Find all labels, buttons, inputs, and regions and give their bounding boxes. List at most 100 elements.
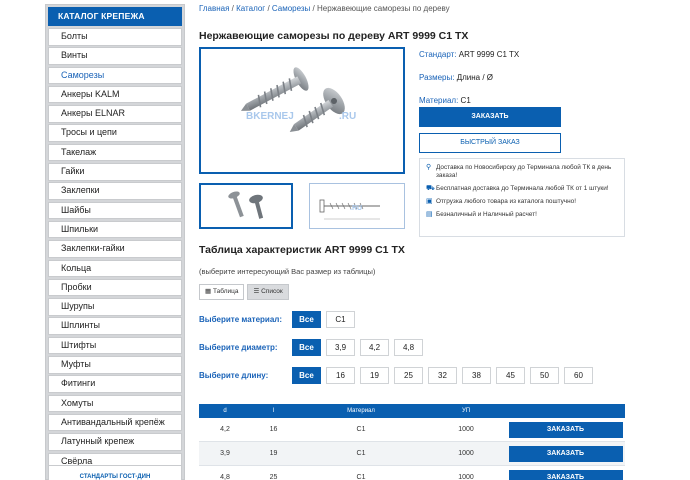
- sidebar-item[interactable]: Тросы и цепи: [48, 124, 182, 142]
- diameter-option[interactable]: 4,8: [394, 339, 423, 356]
- sidebar-item[interactable]: Кольца: [48, 259, 182, 278]
- watermark-tail: .RU: [339, 111, 356, 122]
- catalog-menu: Болты Винты Саморезы Анкеры KALM Анкеры ELNA…: [48, 28, 182, 480]
- length-filter: Выберите длину: Все 16 19 25 32 38 45 50 60: [199, 367, 598, 384]
- characteristics-title: Таблица характеристик ART 9999 C1 TX: [199, 244, 405, 256]
- cell-action: ЗАКАЗАТЬ: [506, 469, 625, 480]
- table-header: d l Материал УП: [199, 404, 625, 418]
- info-text: Доставка по Новосибирску до Терминала лю…: [436, 164, 612, 179]
- length-option[interactable]: 38: [462, 367, 491, 384]
- sidebar-item[interactable]: Шпильки: [48, 220, 182, 239]
- sidebar-item[interactable]: Болты: [48, 28, 182, 46]
- row-order-button[interactable]: ЗАКАЗАТЬ: [508, 421, 623, 438]
- breadcrumb-link-home[interactable]: Главная: [199, 4, 229, 13]
- sidebar-item[interactable]: Такелаж: [48, 143, 182, 162]
- watermark: .RU: [350, 205, 362, 212]
- breadcrumb: Главная / Каталог / Саморезы / Нержавеющ…: [199, 4, 450, 13]
- gost-din-standards-link[interactable]: СТАНДАРТЫ ГОСТ-ДИН: [48, 465, 182, 480]
- length-option[interactable]: 60: [564, 367, 593, 384]
- sidebar-item[interactable]: Саморезы: [48, 66, 182, 85]
- sidebar-item[interactable]: Шплинты: [48, 317, 182, 335]
- breadcrumb-link-catalog[interactable]: Каталог: [236, 4, 265, 13]
- info-text: Безналичный и Наличный расчет!: [436, 211, 537, 218]
- sidebar-item[interactable]: Анкеры KALM: [48, 85, 182, 104]
- cell-l: 16: [269, 426, 278, 433]
- sidebar-item[interactable]: Пробки: [48, 278, 182, 297]
- breadcrumb-separator: /: [310, 4, 317, 13]
- header-material: Материал: [347, 408, 375, 414]
- characteristics-hint: (выберите интересующий Вас размер из таб…: [199, 267, 376, 276]
- sidebar-item[interactable]: Гайки: [48, 163, 182, 181]
- table-row: 4,2 16 C1 1000 ЗАКАЗАТЬ: [199, 418, 625, 442]
- breadcrumb-link-screws[interactable]: Саморезы: [272, 4, 310, 13]
- cell-up: 1000: [458, 450, 474, 457]
- cell-material: C1: [356, 474, 366, 480]
- table-icon: ▦: [205, 288, 212, 295]
- filter-label: Выберите длину:: [199, 371, 269, 380]
- breadcrumb-current: Нержавеющие саморезы по дереву: [316, 4, 450, 13]
- material-option[interactable]: C1: [326, 311, 355, 328]
- material-filter: Выберите материал: Все C1: [199, 311, 360, 328]
- table-row: 4,8 25 C1 1000 ЗАКАЗАТЬ: [199, 466, 625, 480]
- length-option[interactable]: 25: [394, 367, 423, 384]
- sidebar-item[interactable]: Хомуты: [48, 394, 182, 413]
- cell-up: 1000: [458, 474, 474, 480]
- spec-sizes: Размеры: Длина / Ø: [419, 73, 519, 82]
- spec-material: Материал: C1: [419, 96, 519, 105]
- info-row: ▣ Отгрузка любого товара из каталога пошт…: [426, 198, 618, 206]
- sidebar-item[interactable]: Шайбы: [48, 201, 182, 220]
- tab-table[interactable]: ▦ Таблица: [199, 284, 245, 300]
- filter-label: Выберите диаметр:: [199, 343, 278, 352]
- cell-d: 4,8: [220, 474, 230, 480]
- row-order-button[interactable]: ЗАКАЗАТЬ: [508, 469, 623, 480]
- sidebar-item[interactable]: Заклепки: [48, 182, 182, 200]
- length-option[interactable]: 16: [326, 367, 355, 384]
- main-content: Главная / Каталог / Саморезы / Нержавеющ…: [199, 0, 639, 480]
- cell-d: 4,2: [220, 426, 230, 433]
- length-option[interactable]: Все: [292, 367, 321, 384]
- sidebar-item[interactable]: Анкеры ELNAR: [48, 105, 182, 123]
- diameter-option[interactable]: Все: [292, 339, 321, 356]
- diameter-option[interactable]: 4,2: [360, 339, 389, 356]
- catalog-sidebar: КАТАЛОГ КРЕПЕЖА Болты Винты Саморезы Анкеры…: [45, 4, 185, 480]
- info-row: ⛟ Бесплатная доставка до Терминала любой …: [426, 185, 618, 193]
- sidebar-item[interactable]: Фитинги: [48, 375, 182, 393]
- spec-label: Материал:: [419, 96, 459, 105]
- list-icon: ☰: [253, 288, 260, 295]
- sidebar-item[interactable]: Антивандальный крепёж: [48, 413, 182, 432]
- material-option[interactable]: Все: [292, 311, 321, 328]
- length-option[interactable]: 32: [428, 367, 457, 384]
- length-option[interactable]: 50: [530, 367, 559, 384]
- length-options: Все 16 19 25 32 38 45 50 60: [292, 367, 598, 384]
- product-main-image[interactable]: BKERNEJ .RU: [199, 47, 405, 174]
- info-text: Отгрузка любого товара из каталога пошту…: [436, 198, 576, 205]
- view-tabs: ▦ Таблица ☰ Список: [199, 284, 289, 300]
- thumbnail-drawing[interactable]: .RU: [309, 183, 405, 229]
- thumbnail-photo[interactable]: [199, 183, 293, 229]
- row-order-button[interactable]: ЗАКАЗАТЬ: [508, 445, 623, 462]
- tab-list[interactable]: ☰ Список: [247, 284, 289, 300]
- diameter-options: Все 3,9 4,2 4,8: [292, 339, 428, 356]
- spec-standard: Стандарт: ART 9999 C1 TX: [419, 50, 519, 59]
- delivery-info-box: ⚲ Доставка по Новосибирску до Терминала л…: [419, 158, 625, 237]
- material-options: Все C1: [292, 311, 360, 328]
- spec-label: Размеры:: [419, 73, 455, 82]
- length-option[interactable]: 45: [496, 367, 525, 384]
- table-row: 3,9 19 C1 1000 ЗАКАЗАТЬ: [199, 442, 625, 466]
- catalog-sidebar-title: КАТАЛОГ КРЕПЕЖА: [48, 7, 182, 26]
- length-option[interactable]: 19: [360, 367, 389, 384]
- sidebar-item[interactable]: Штифты: [48, 336, 182, 355]
- thumbnail-drawing-image: .RU: [319, 199, 380, 220]
- page-title: Нержавеющие саморезы по дереву ART 9999 …: [199, 30, 469, 42]
- cell-action: ЗАКАЗАТЬ: [506, 445, 625, 462]
- diameter-option[interactable]: 3,9: [326, 339, 355, 356]
- sidebar-item[interactable]: Муфты: [48, 356, 182, 374]
- order-button[interactable]: ЗАКАЗАТЬ: [419, 107, 561, 127]
- sidebar-item[interactable]: Шурупы: [48, 298, 182, 316]
- sidebar-item[interactable]: Винты: [48, 47, 182, 65]
- sidebar-item[interactable]: Заклепки-гайки: [48, 240, 182, 258]
- cell-l: 19: [269, 450, 278, 457]
- screws-photo: BKERNEJ .RU: [240, 67, 356, 132]
- sidebar-item[interactable]: Латунный крепеж: [48, 433, 182, 451]
- quick-order-button[interactable]: БЫСТРЫЙ ЗАКАЗ: [419, 133, 561, 153]
